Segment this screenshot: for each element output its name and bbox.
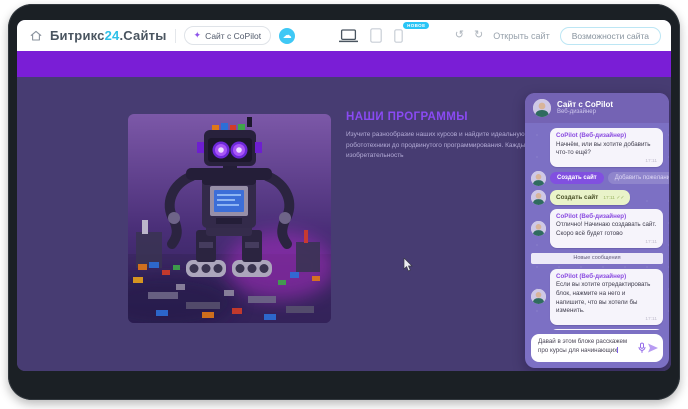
toolbar-divider [175,29,176,43]
message-time: 17:11 [556,159,657,164]
mobile-view-button[interactable]: НОВОЕ [394,29,403,43]
copilot-avatar [531,221,546,236]
message-text: Начнём, или вы хотите добавить что-то ещ… [556,141,657,158]
desktop-view-button[interactable] [339,29,358,43]
lego-robot-illustration [128,114,331,323]
laptop-frame: Битрикс24.Сайты ✦ Сайт с CoPilot ☁ [8,4,680,400]
copilot-site-button[interactable]: ✦ Сайт с CoPilot [184,26,272,45]
editor-toolbar: Битрикс24.Сайты ✦ Сайт с CoPilot ☁ [17,20,671,51]
editor-screen: Битрикс24.Сайты ✦ Сайт с CoPilot ☁ [17,20,671,371]
message-time: 17:11 ✓✓ [603,196,624,201]
message-sender: CoPilot (Веб-дизайнер) [556,132,657,139]
message-row: CoPilot (Веб-дизайнер) Если вы хотите от… [531,269,663,325]
chat-message-list[interactable]: CoPilot (Веб-дизайнер) Начнём, или вы хо… [525,123,669,330]
new-messages-divider: Новые сообщения [531,253,663,264]
brand-prefix: Битрикс [50,28,105,43]
device-view-switcher: НОВОЕ [339,28,403,43]
page-background: Битрикс24.Сайты ✦ Сайт с CoPilot ☁ [0,0,688,409]
site-header-banner-block[interactable] [17,51,671,77]
undo-icon[interactable]: ↺ [455,30,464,41]
site-canvas: НАШИ ПРОГРАММЫ Изучите разнообразие наши… [17,77,671,371]
cloud-icon[interactable]: ☁ [279,28,295,44]
send-icon[interactable] [648,344,658,353]
home-icon[interactable] [30,30,42,42]
mouse-cursor [403,258,413,272]
open-site-link[interactable]: Открыть сайт [493,31,550,41]
chat-title: Сайт с CoPilot [557,100,613,110]
message-sender: CoPilot (Веб-дизайнер) [556,213,657,220]
copilot-chat-panel: Сайт с CoPilot Веб-дизайнер CoPilot (Веб… [525,93,669,368]
redo-icon[interactable]: ↻ [474,30,483,41]
copilot-avatar [533,99,551,117]
message-sender: CoPilot (Веб-дизайнер) [556,273,657,280]
sparkle-icon: ✦ [194,31,202,40]
toolbar-right-group: ↺ ↻ Открыть сайт Возможности сайта [455,27,661,45]
user-message: Создать сайт 17:11 ✓✓ [550,190,630,205]
chat-subtitle: Веб-дизайнер [557,109,613,116]
message-row: CoPilot (Веб-дизайнер) Отлично! Начинаю … [531,209,663,248]
chat-title-group: Сайт с CoPilot Веб-дизайнер [557,100,613,117]
copilot-message: CoPilot (Веб-дизайнер) Начнём, или вы хо… [550,128,663,167]
chat-footer: Давай в этом блоке расскажем про курсы д… [525,330,669,368]
site-features-button[interactable]: Возможности сайта [560,27,661,45]
copilot-message: CoPilot (Веб-дизайнер) Отлично! Начинаю … [550,209,663,248]
copilot-site-label: Сайт с CoPilot [205,31,261,41]
message-time: 17:11 [556,317,657,322]
brand-suffix: .Сайты [119,28,166,43]
app-title: Битрикс24.Сайты [50,28,167,43]
message-time: 17:11 [556,240,657,245]
tablet-view-button[interactable] [370,28,382,43]
user-avatar [531,190,546,205]
message-row: Создать сайт 17:11 ✓✓ [531,190,663,205]
chat-header: Сайт с CoPilot Веб-дизайнер [525,93,669,123]
quick-reply-add-wish[interactable]: Добавить пожелание [608,172,669,184]
text-caret [617,347,618,353]
microphone-icon[interactable] [638,343,646,354]
message-text: Создать сайт [556,194,598,201]
message-row: CoPilot (Веб-дизайнер) Начнём, или вы хо… [531,128,663,167]
read-checkmarks-icon: ✓✓ [616,196,624,201]
chat-input[interactable]: Давай в этом блоке расскажем про курсы д… [531,334,663,362]
message-text: Отлично! Начинаю создавать сайт. Скоро в… [556,221,657,238]
copilot-avatar [531,289,546,304]
chat-input-value: Давай в этом блоке расскажем про курсы д… [538,338,627,354]
quick-reply-create-site[interactable]: Создать сайт [550,172,604,184]
quick-replies-row: Создать сайт Добавить пожелание [531,171,663,186]
robot-image-block[interactable] [128,114,331,323]
quick-reply-group: Создать сайт Добавить пожелание [550,172,669,184]
copilot-avatar [531,171,546,186]
message-text: Если вы хотите отредактировать блок, наж… [556,281,657,316]
new-badge: НОВОЕ [403,22,429,29]
brand-accent: 24 [105,28,120,43]
copilot-message: CoPilot (Веб-дизайнер) Если вы хотите от… [550,269,663,325]
